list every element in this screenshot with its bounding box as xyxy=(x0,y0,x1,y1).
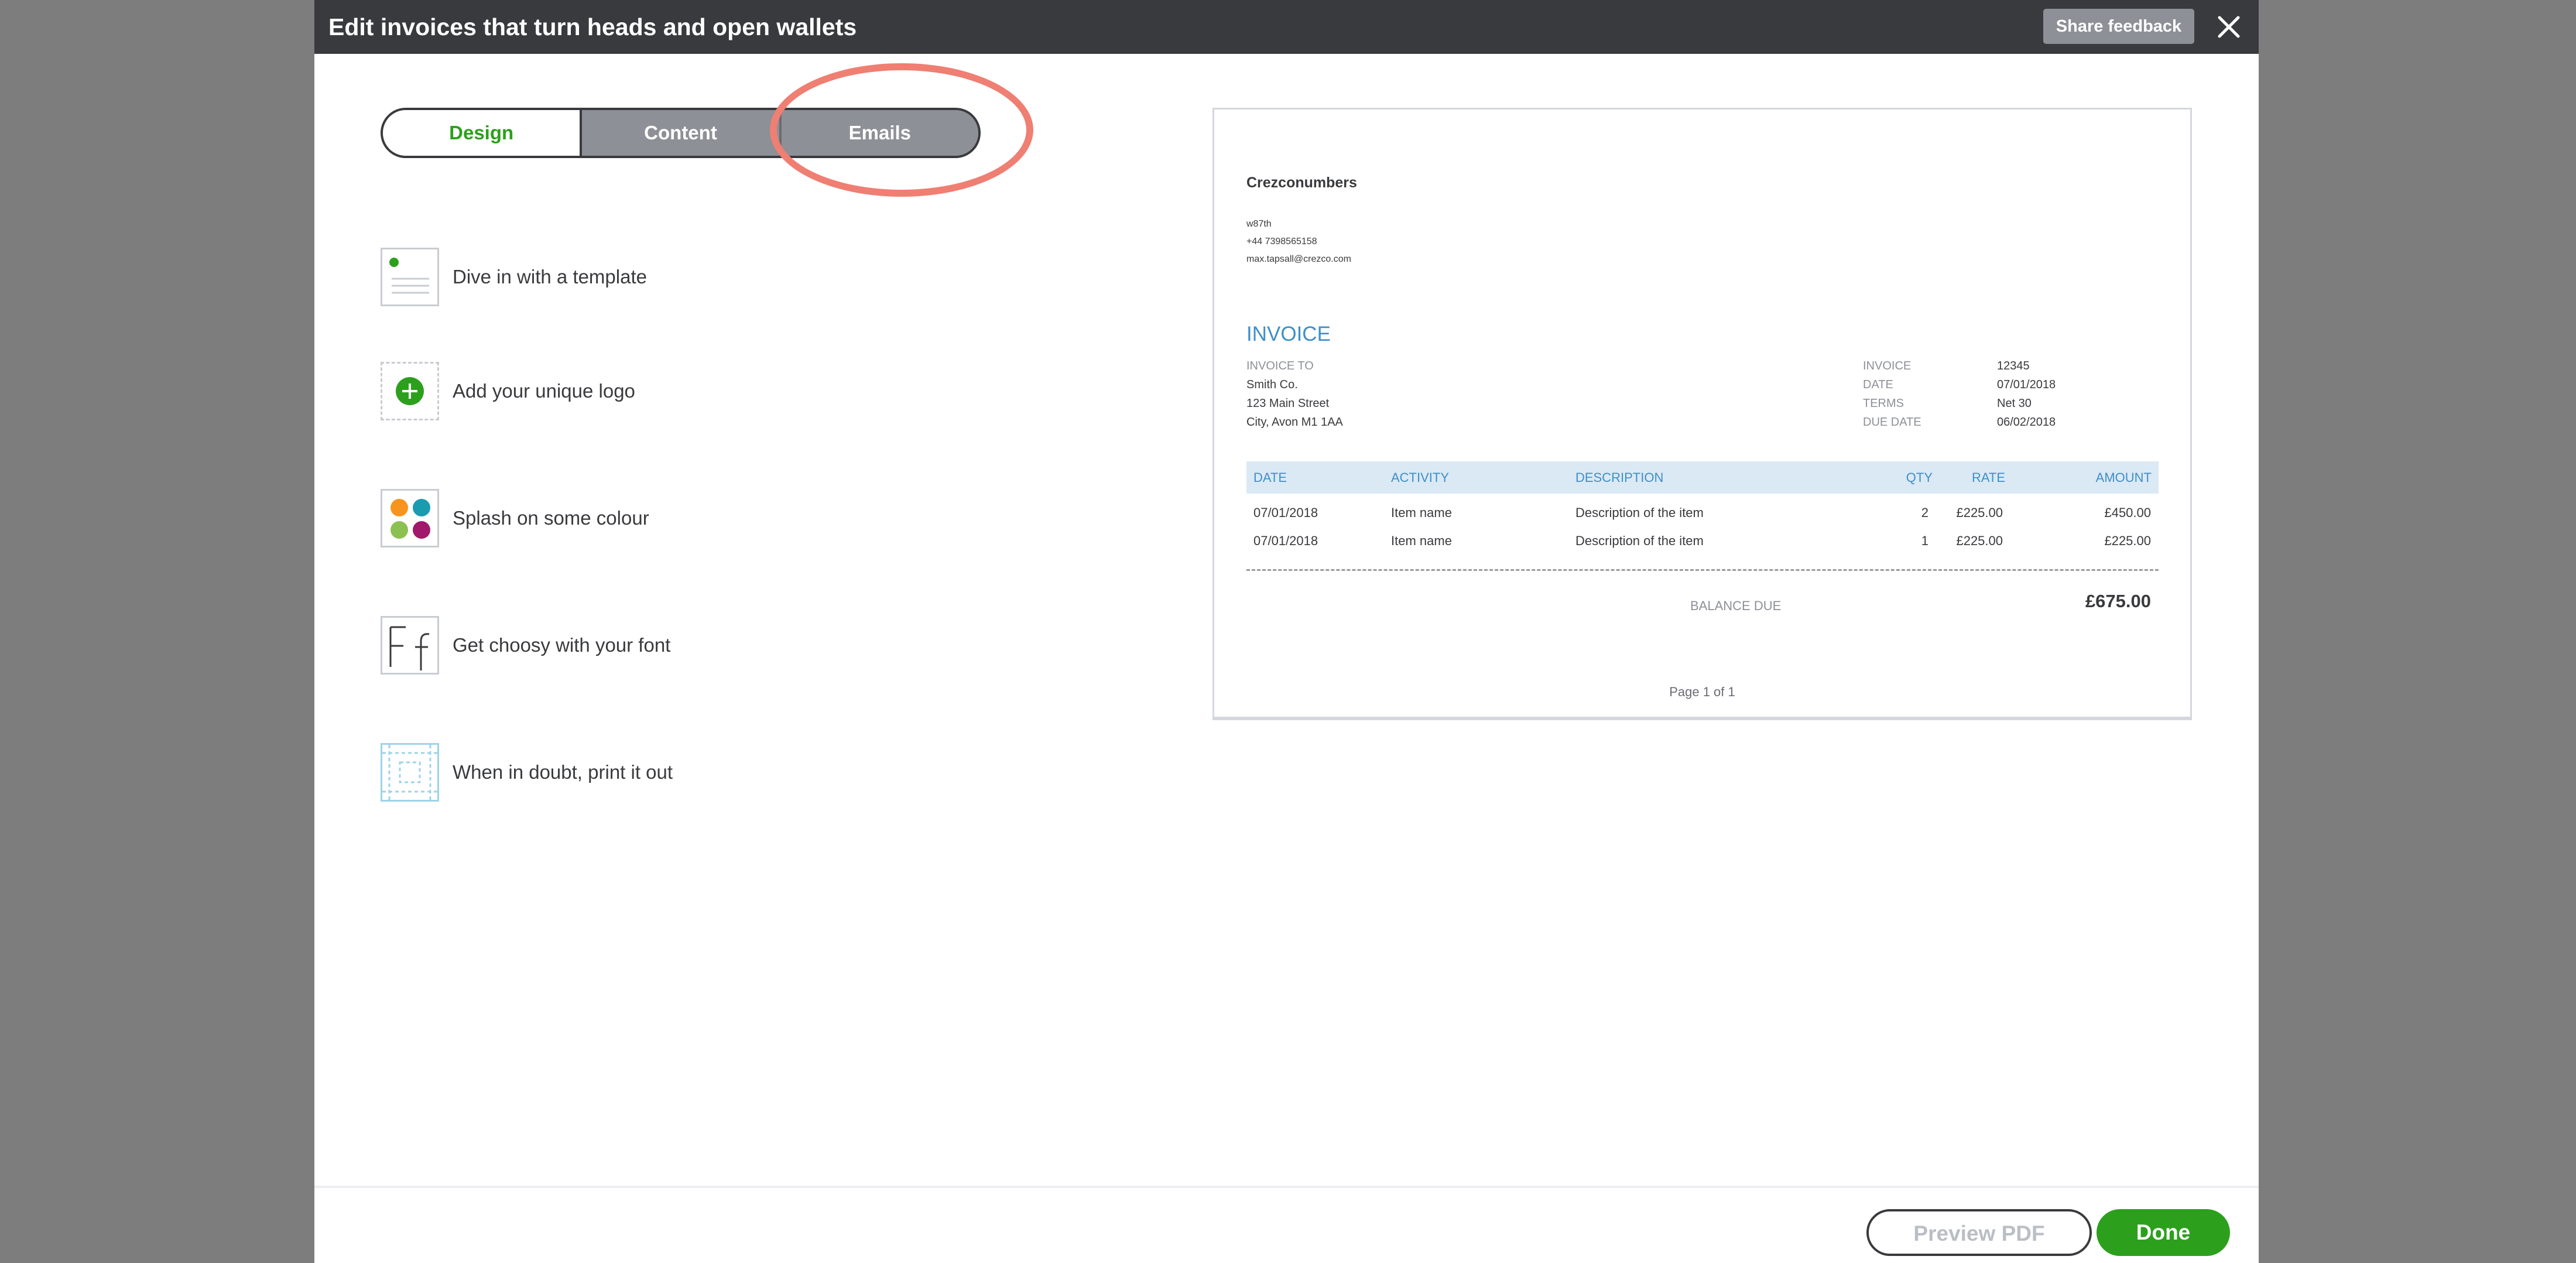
preview-pdf-button[interactable]: Preview PDF xyxy=(1866,1209,2092,1256)
feature-label: Add your unique logo xyxy=(453,380,635,402)
company-phone: +44 7398565158 xyxy=(1246,237,1317,247)
meta-value: 06/02/2018 xyxy=(1997,416,2056,429)
customer-city: City, Avon M1 1AA xyxy=(1246,416,1343,429)
dialog-footer: Preview PDF Done xyxy=(314,1186,2259,1263)
column-header-amount: AMOUNT xyxy=(2095,470,2152,485)
feature-label: When in doubt, print it out xyxy=(453,761,673,783)
feature-font[interactable]: Get choosy with your font xyxy=(381,615,670,676)
meta-label: DATE xyxy=(1863,378,1893,391)
line-items-header: DATE ACTIVITY DESCRIPTION QTY RATE AMOUN… xyxy=(1246,461,2159,494)
balance-due-label: BALANCE DUE xyxy=(1690,598,1782,613)
line-item-description: Description of the item xyxy=(1575,505,1704,520)
company-email: max.tapsall@crezco.com xyxy=(1246,254,1351,264)
line-item-qty: 2 xyxy=(1921,505,1928,520)
column-header-rate: RATE xyxy=(1971,470,2005,485)
column-header-description: DESCRIPTION xyxy=(1575,470,1664,485)
meta-label: INVOICE xyxy=(1863,360,1912,372)
colour-palette-icon xyxy=(381,489,439,547)
font-icon xyxy=(381,616,439,675)
highlight-annotation-ring xyxy=(770,63,1033,197)
invoice-preview: Crezconumbers w87th +44 7398565158 max.t… xyxy=(1212,108,2192,720)
line-item-qty: 1 xyxy=(1921,533,1928,548)
line-item-date: 07/01/2018 xyxy=(1253,533,1318,548)
tab-design[interactable]: Design xyxy=(383,110,580,156)
line-item-amount: £225.00 xyxy=(2104,533,2151,548)
tab-content[interactable]: Content xyxy=(580,110,782,156)
meta-value: 07/01/2018 xyxy=(1997,378,2056,391)
dialog-title: Edit invoices that turn heads and open w… xyxy=(328,13,857,40)
balance-due-value: £675.00 xyxy=(2085,591,2151,611)
feature-label: Get choosy with your font xyxy=(453,634,671,656)
column-header-activity: ACTIVITY xyxy=(1391,470,1450,485)
close-button[interactable] xyxy=(2211,9,2246,45)
line-item-description: Description of the item xyxy=(1575,533,1704,548)
done-button[interactable]: Done xyxy=(2097,1209,2230,1256)
close-icon xyxy=(2218,16,2240,38)
totals-divider xyxy=(1246,569,2159,571)
feature-print[interactable]: When in doubt, print it out xyxy=(381,742,673,803)
meta-label: TERMS xyxy=(1863,397,1904,410)
line-item-amount: £450.00 xyxy=(2104,505,2151,520)
add-logo-icon xyxy=(381,362,439,420)
feature-colour[interactable]: Splash on some colour xyxy=(381,488,649,549)
invoice-heading: INVOICE xyxy=(1246,323,1331,345)
line-item-date: 07/01/2018 xyxy=(1253,505,1318,520)
company-address: w87th xyxy=(1246,219,1272,229)
page-number: Page 1 of 1 xyxy=(1669,684,1735,699)
feature-label: Dive in with a template xyxy=(453,266,647,287)
feature-label: Splash on some colour xyxy=(453,507,649,529)
invoice-to-label: INVOICE TO xyxy=(1246,360,1314,372)
template-icon xyxy=(381,248,439,306)
company-name: Crezconumbers xyxy=(1246,174,1357,191)
feature-template[interactable]: Dive in with a template xyxy=(381,247,647,307)
column-header-qty: QTY xyxy=(1906,470,1933,485)
share-feedback-button[interactable]: Share feedback xyxy=(2043,9,2194,44)
line-item-activity: Item name xyxy=(1391,505,1452,520)
customer-name: Smith Co. xyxy=(1246,378,1298,391)
meta-value: Net 30 xyxy=(1997,397,2032,410)
line-item-rate: £225.00 xyxy=(1956,505,2003,520)
edit-invoice-dialog: Edit invoices that turn heads and open w… xyxy=(314,0,2259,1263)
dialog-header: Edit invoices that turn heads and open w… xyxy=(314,0,2259,54)
customer-street: 123 Main Street xyxy=(1246,397,1330,410)
meta-label: DUE DATE xyxy=(1863,416,1921,429)
meta-value: 12345 xyxy=(1997,360,2030,372)
line-item-activity: Item name xyxy=(1391,533,1452,548)
print-layout-icon xyxy=(381,743,439,802)
line-item-rate: £225.00 xyxy=(1956,533,2003,548)
column-header-date: DATE xyxy=(1253,470,1287,485)
feature-logo[interactable]: Add your unique logo xyxy=(381,361,635,422)
